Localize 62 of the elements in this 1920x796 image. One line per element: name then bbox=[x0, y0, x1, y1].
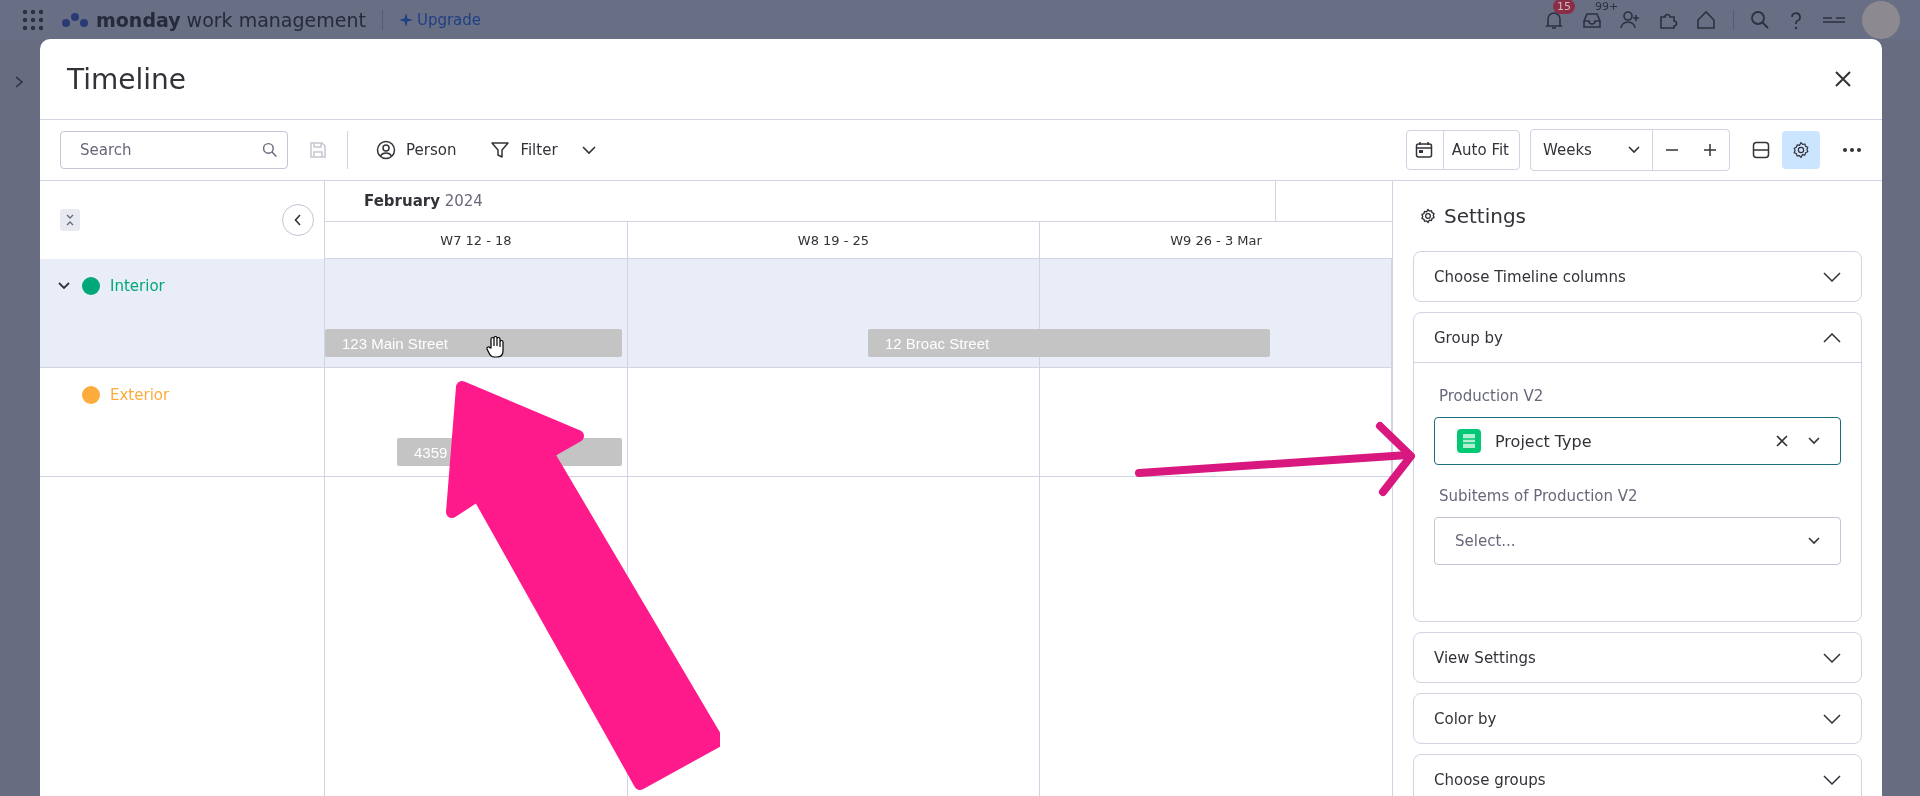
hand-cursor-icon bbox=[485, 335, 507, 359]
chevron-down-icon bbox=[1808, 537, 1820, 545]
field-label: Subitems of Production V2 bbox=[1439, 487, 1639, 505]
split-view-icon[interactable] bbox=[1752, 141, 1770, 159]
section-header[interactable]: Choose Timeline columns bbox=[1414, 252, 1861, 301]
chevron-down-icon bbox=[1823, 271, 1841, 282]
chevron-up-icon bbox=[1823, 332, 1841, 343]
chevron-down-icon[interactable] bbox=[581, 145, 596, 155]
month-label: February 2024 bbox=[364, 192, 483, 210]
save-icon[interactable] bbox=[308, 140, 328, 160]
avatar[interactable] bbox=[1862, 0, 1900, 39]
column-dropdown[interactable]: Select... bbox=[1434, 517, 1841, 565]
chevron-down-icon bbox=[1628, 146, 1640, 154]
chevron-down-icon bbox=[1823, 774, 1841, 785]
brand-name: monday bbox=[96, 8, 181, 31]
dialog-title: Timeline bbox=[67, 62, 187, 96]
sparkle-icon bbox=[398, 12, 413, 27]
close-icon[interactable] bbox=[1834, 70, 1852, 88]
inbox-count: 99+ bbox=[1594, 0, 1620, 14]
dropdown-value: Project Type bbox=[1495, 431, 1593, 451]
section-header[interactable]: Color by bbox=[1414, 694, 1861, 743]
chevron-down-icon[interactable] bbox=[1808, 437, 1820, 445]
collapse-panel-button[interactable] bbox=[282, 204, 314, 236]
zoom-in-icon[interactable] bbox=[1703, 143, 1717, 157]
settings-button[interactable] bbox=[1782, 131, 1820, 169]
auto-fit-button[interactable]: Auto Fit bbox=[1405, 130, 1520, 170]
search-field[interactable]: Search bbox=[60, 131, 288, 169]
chevron-left-icon bbox=[294, 214, 302, 226]
collapse-all-button[interactable] bbox=[60, 209, 80, 231]
section-header[interactable]: Group by bbox=[1414, 313, 1861, 363]
section-header[interactable]: Choose groups bbox=[1414, 755, 1861, 796]
field-label: Production V2 bbox=[1439, 387, 1545, 405]
person-filter-button[interactable]: Person bbox=[366, 140, 467, 160]
clear-icon[interactable] bbox=[1776, 435, 1788, 447]
settings-title: Settings bbox=[1444, 204, 1527, 228]
chevron-down-icon bbox=[1823, 652, 1841, 663]
week-label: W8 19 - 25 bbox=[628, 222, 1040, 258]
product-name: work management bbox=[186, 8, 366, 31]
chevron-right-icon[interactable] bbox=[14, 75, 24, 89]
column-dropdown[interactable]: Project Type bbox=[1434, 417, 1841, 465]
settings-icon bbox=[1420, 208, 1436, 224]
home-icon[interactable] bbox=[1695, 8, 1717, 31]
settings-icon bbox=[1792, 141, 1810, 159]
chevron-down-icon[interactable] bbox=[58, 282, 70, 290]
dropdown-placeholder: Select... bbox=[1455, 532, 1517, 550]
status-column-icon bbox=[1457, 429, 1481, 453]
account-switch-icon[interactable] bbox=[1822, 14, 1846, 25]
search-icon bbox=[262, 142, 278, 158]
filter-icon bbox=[490, 140, 511, 160]
collapse-icon bbox=[65, 214, 75, 226]
notification-count: 15 bbox=[1553, 0, 1575, 14]
invite-person-icon[interactable] bbox=[1619, 8, 1641, 31]
search-icon[interactable] bbox=[1750, 9, 1770, 30]
week-label: W9 26 - 3 Mar bbox=[1169, 231, 1263, 250]
chevron-down-icon bbox=[1823, 713, 1841, 724]
more-icon[interactable] bbox=[1842, 147, 1862, 153]
apps-grid-icon[interactable] bbox=[22, 8, 44, 31]
filter-button[interactable]: Filter bbox=[480, 140, 568, 160]
calendar-icon bbox=[1414, 141, 1433, 159]
week-label: W7 12 - 18 bbox=[325, 222, 628, 258]
section-header[interactable]: View Settings bbox=[1414, 633, 1861, 682]
person-icon bbox=[376, 140, 396, 160]
